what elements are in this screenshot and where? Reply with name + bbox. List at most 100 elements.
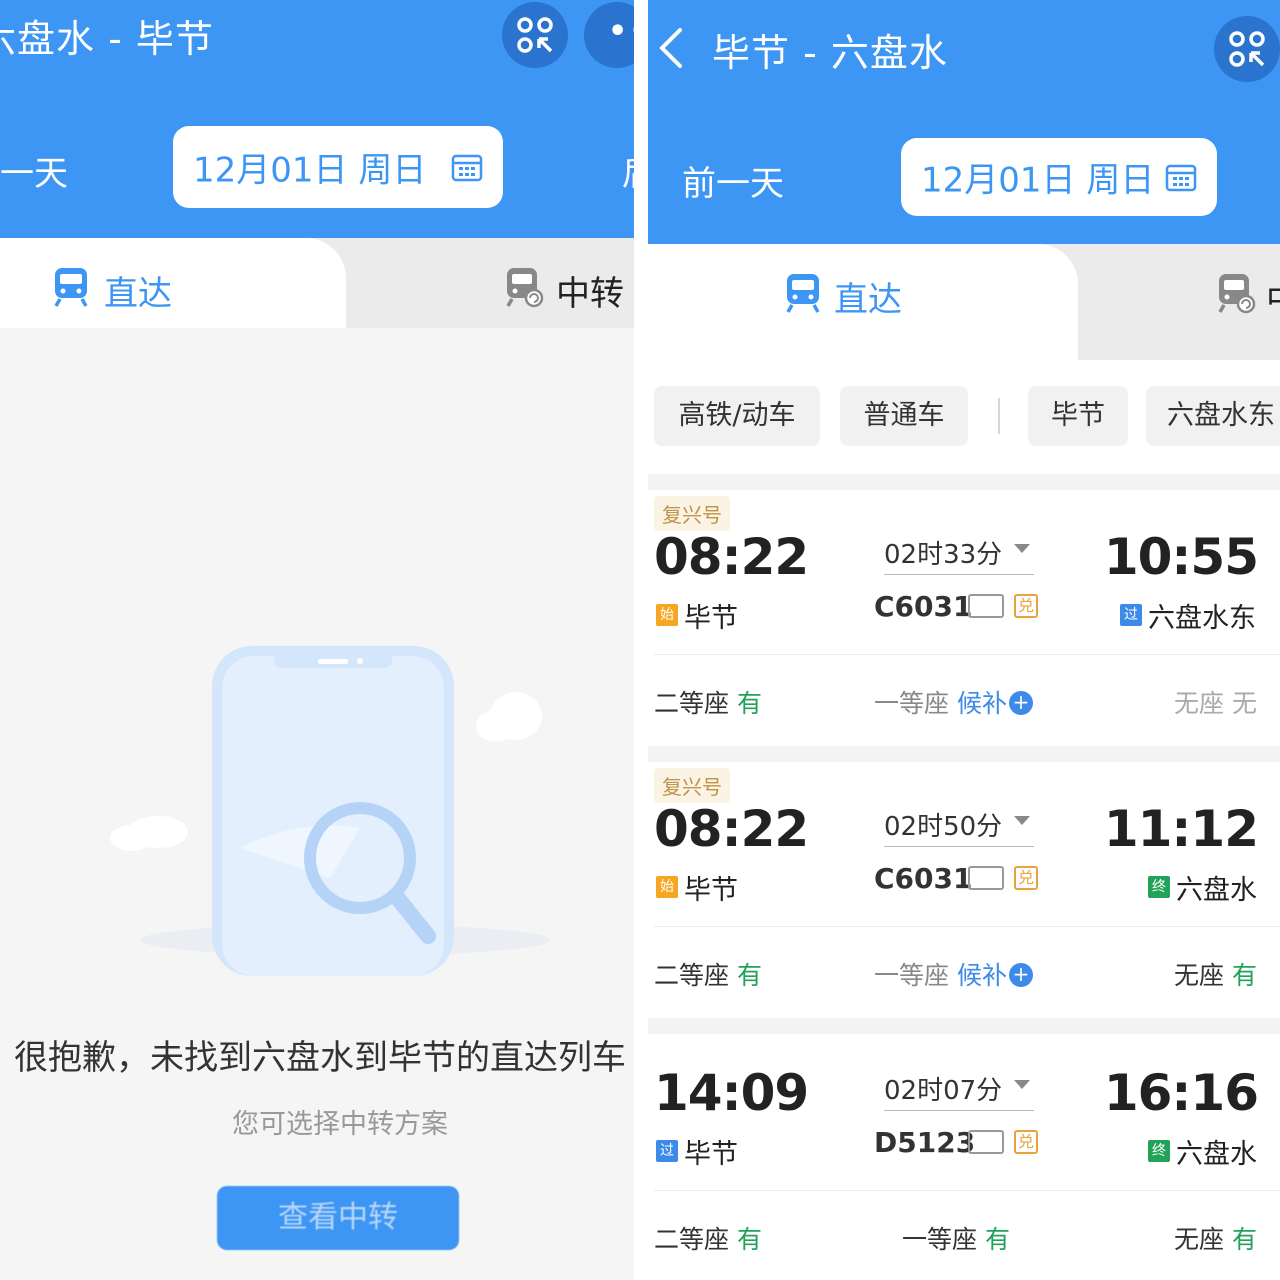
tab-direct-label: 直达 (834, 280, 902, 320)
screen-divider (634, 0, 648, 1280)
seat-first-class[interactable]: 一等座 候补 + (874, 684, 1033, 720)
to-station: 六盘水 (1176, 1139, 1257, 1170)
filter-chip-normal[interactable]: 普通车 (840, 386, 968, 446)
back-chevron-icon[interactable] (656, 26, 686, 70)
seat-name: 二等座 (654, 689, 730, 718)
next-day-link[interactable]: 后一天 (622, 146, 634, 195)
seat-status: 候补 (956, 689, 1007, 718)
filter-chip-bijie[interactable]: 毕节 (1028, 386, 1128, 446)
exchange-badge: 兑 (1014, 1130, 1038, 1154)
tab-transfer[interactable]: 中转 (1266, 272, 1280, 321)
departure-time: 08:22 (654, 528, 809, 586)
card-separator (654, 1190, 1280, 1191)
seat-status: 有 (736, 689, 762, 718)
filter-chip-high-speed[interactable]: 高铁/动车 (654, 386, 820, 446)
train-card[interactable]: 复兴号 08:22 02时50分 C6031 兑 11:12 始 毕节 终 六盘… (648, 762, 1280, 1018)
train-icon (54, 268, 88, 307)
tab-direct[interactable]: 直达 (0, 238, 346, 328)
plus-circle-icon[interactable]: + (1008, 691, 1033, 715)
card-gap (648, 474, 1280, 490)
seat-first-class: 一等座 有 (902, 1220, 1010, 1256)
seat-no-seat: 无座 有 (1174, 956, 1257, 992)
card-gap (648, 746, 1280, 762)
to-station: 六盘水东 (1148, 603, 1256, 634)
exchange-badge: 兑 (1014, 866, 1038, 890)
origin-badge: 始 (656, 604, 678, 626)
view-transfer-button[interactable]: 查看中转 (217, 1186, 459, 1250)
train-number: C6031 (874, 862, 973, 895)
duration[interactable]: 02时33分 (884, 534, 1002, 571)
train-type-tag: 复兴号 (654, 768, 730, 803)
duration[interactable]: 02时07分 (884, 1070, 1002, 1107)
prev-day-link[interactable]: 前一天 (682, 156, 784, 205)
duration-line (884, 574, 1034, 575)
more-dots-icon: •• (608, 14, 634, 49)
tab-transfer[interactable]: 中转 (556, 266, 624, 315)
seat-name: 无座 (1174, 689, 1225, 718)
left-route-title: 六盘水 - 毕节 (0, 17, 214, 61)
duration[interactable]: 02时50分 (884, 806, 1002, 843)
id-card-icon (968, 594, 1004, 618)
seat-name: 一等座 (874, 961, 950, 990)
from-station: 毕节 (684, 1139, 738, 1170)
filter-chip-liupanshui-east[interactable]: 六盘水东 (1146, 386, 1280, 446)
seat-name: 二等座 (654, 1225, 730, 1254)
seat-second-class: 二等座 有 (654, 684, 762, 720)
seat-name: 一等座 (874, 689, 950, 718)
seat-no-seat: 无座 有 (1174, 1220, 1257, 1256)
origin-badge: 始 (656, 876, 678, 898)
id-card-icon (968, 1130, 1004, 1154)
card-separator (654, 654, 1280, 655)
share-grid-button[interactable] (1214, 16, 1280, 82)
tab-direct[interactable]: 直达 (648, 244, 1078, 360)
to-station: 六盘水 (1176, 875, 1257, 906)
seat-name: 二等座 (654, 961, 730, 990)
calendar-icon (1165, 164, 1197, 192)
plus-circle-icon[interactable]: + (1008, 963, 1033, 987)
train-card[interactable]: 复兴号 08:22 02时33分 C6031 兑 10:55 始 毕节 过 六盘… (648, 490, 1280, 746)
date-picker[interactable]: 12月01日 周日 (901, 138, 1217, 216)
transfer-train-icon (1218, 274, 1256, 314)
empty-illustration (110, 646, 550, 976)
train-number: C6031 (874, 590, 973, 623)
arrival-time: 11:12 (1103, 800, 1259, 858)
seat-status: 有 (984, 1225, 1010, 1254)
train-number: D5123 (874, 1126, 976, 1159)
tab-direct-label: 直达 (104, 274, 172, 314)
seat-status: 候补 (956, 961, 1007, 990)
left-screen: 六盘水 - 毕节 •• 前一天 12月01日 周日 后一天 (0, 0, 634, 1280)
departure-time: 14:09 (654, 1064, 809, 1122)
train-card[interactable]: 14:09 02时07分 D5123 兑 16:16 过 毕节 终 六盘水 二等… (648, 1034, 1280, 1280)
seat-status: 有 (1231, 1225, 1257, 1254)
filter-bar: 高铁/动车 普通车 毕节 六盘水东 (648, 360, 1280, 474)
date-picker[interactable]: 12月01日 周日 (173, 126, 503, 208)
transfer-train-icon (506, 268, 544, 308)
share-grid-icon (1229, 31, 1265, 67)
seat-status: 无 (1231, 689, 1257, 718)
seat-first-class[interactable]: 一等座 候补 + (874, 956, 1033, 992)
date-text: 12月01日 周日 (921, 160, 1155, 201)
right-route-title: 毕节 - 六盘水 (712, 31, 948, 75)
right-header: 毕节 - 六盘水 前一天 12月01日 周日 (648, 0, 1280, 244)
prev-day-link[interactable]: 前一天 (0, 146, 68, 195)
seat-status: 有 (736, 961, 762, 990)
seat-status: 有 (1231, 961, 1257, 990)
arrival-time: 10:55 (1103, 528, 1259, 586)
train-icon (786, 274, 820, 313)
left-header: 六盘水 - 毕节 •• 前一天 12月01日 周日 后一天 (0, 0, 634, 238)
seat-name: 无座 (1174, 1225, 1225, 1254)
empty-message: 很抱歉，未找到六盘水到毕节的直达列车 (14, 1038, 626, 1078)
chevron-down-icon (1014, 544, 1030, 553)
right-screen: 毕节 - 六盘水 前一天 12月01日 周日 直达 高铁/动车 普通车 毕节 六… (648, 0, 1280, 1280)
share-grid-button[interactable] (502, 2, 568, 68)
seat-second-class: 二等座 有 (654, 956, 762, 992)
from-station: 毕节 (684, 875, 738, 906)
duration-line (884, 1110, 1034, 1111)
right-tabs: 直达 中转 (648, 244, 1280, 360)
left-tabs: 直达 中转 (0, 238, 634, 328)
more-button[interactable]: •• (584, 2, 634, 68)
seat-second-class: 二等座 有 (654, 1220, 762, 1256)
seat-status: 有 (736, 1225, 762, 1254)
share-grid-icon (517, 17, 553, 53)
seat-no-seat: 无座 无 (1174, 684, 1257, 720)
